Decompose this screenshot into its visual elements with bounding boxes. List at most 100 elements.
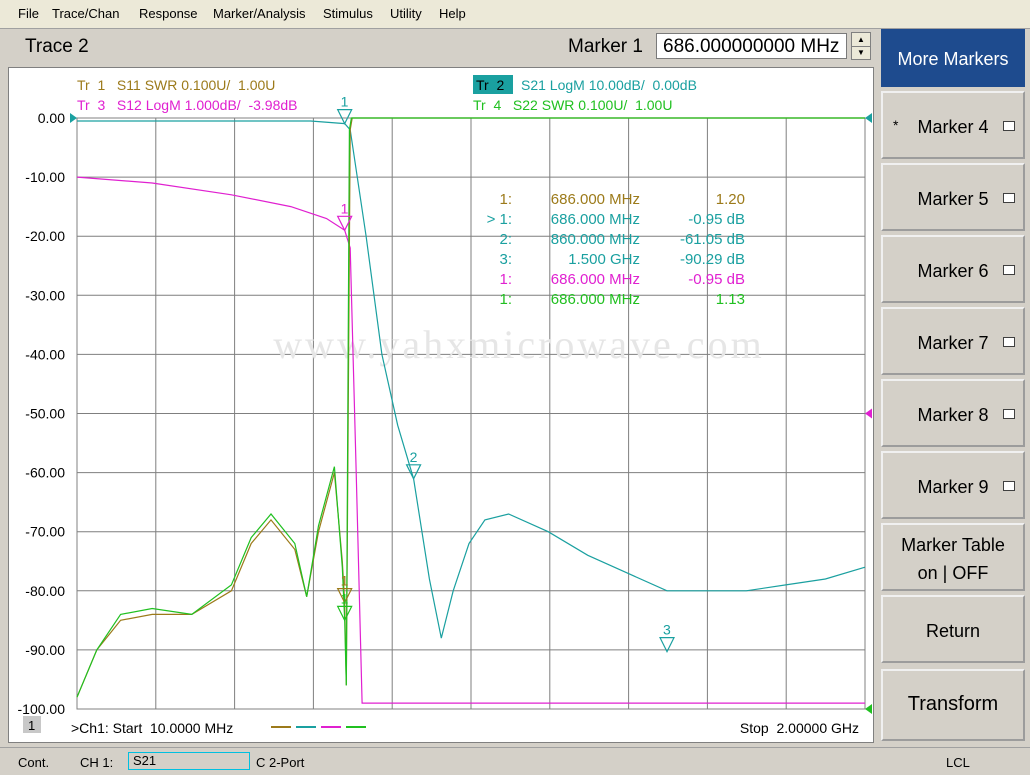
active-trace-title: Trace 2 <box>25 36 89 57</box>
marker-row-id: 3: <box>499 251 512 268</box>
marker-number: 1 <box>341 200 349 216</box>
menu-help[interactable]: Help <box>439 6 466 21</box>
softkey-marker-6[interactable]: Marker 6 <box>881 235 1025 303</box>
marker-spinner[interactable]: ▲ ▼ <box>851 32 871 60</box>
trace-2-tag[interactable]: Tr 2 <box>476 77 504 93</box>
marker-row-frequency: 860.000 MHz <box>551 231 640 248</box>
marker-entry-label: Marker 1 <box>568 36 643 57</box>
y-tick-label: -80.00 <box>25 583 65 599</box>
marker-row-value: -61.05 dB <box>680 231 745 248</box>
marker-row-id: 1: <box>499 291 512 308</box>
remote-status: LCL <box>946 755 970 770</box>
menu-file[interactable]: File <box>18 6 39 21</box>
softkey-marker-8-label: Marker 8 <box>917 405 989 425</box>
softkey-panel: More Markers * Marker 4 Marker 5 Marker … <box>879 29 1030 745</box>
marker-row-id: 1: <box>499 271 512 288</box>
softkey-return-label: Return <box>925 621 981 641</box>
softkey-marker-table[interactable]: Marker Table on | OFF <box>881 523 1025 591</box>
active-parameter: S21 <box>128 752 250 770</box>
marker-number: 2 <box>410 449 418 465</box>
checkbox-icon <box>1003 481 1015 491</box>
softkey-more-markers[interactable]: More Markers <box>881 29 1025 87</box>
trace-4-legend[interactable]: Tr 4 S22 SWR 0.100U/ 1.00U <box>473 97 672 113</box>
softkey-marker-5[interactable]: Marker 5 <box>881 163 1025 231</box>
y-tick-label: -50.00 <box>25 406 65 422</box>
grid <box>76 117 866 710</box>
menu-marker-analysis[interactable]: Marker/Analysis <box>213 6 305 21</box>
softkey-marker-table-label: Marker Table <box>901 535 1005 555</box>
marker-row-value: -90.29 dB <box>680 251 745 268</box>
softkey-marker-9-label: Marker 9 <box>917 477 989 497</box>
sweep-mode: Cont. <box>18 755 50 770</box>
measurement-display[interactable]: www.yahxmicrowave.com 0.00 -10.00 -20.00 -3… <box>8 67 874 743</box>
chart-svg: www.yahxmicrowave.com 0.00 -10.00 -20.00 -3… <box>18 75 872 736</box>
softkey-marker-7[interactable]: Marker 7 <box>881 307 1025 375</box>
y-tick-label: -90.00 <box>25 642 65 658</box>
calibration-status: C 2-Port <box>256 755 305 770</box>
y-tick-label: -30.00 <box>25 287 65 303</box>
marker-number: 3 <box>663 622 671 638</box>
marker-row-frequency: 686.000 MHz <box>551 271 640 288</box>
marker-triangle-icon[interactable] <box>336 109 353 125</box>
menu-stimulus[interactable]: Stimulus <box>323 6 373 21</box>
marker-frequency-input[interactable]: 686.000000000 MHz <box>656 33 847 59</box>
softkey-marker-8[interactable]: Marker 8 <box>881 379 1025 447</box>
marker-row-frequency: 686.000 MHz <box>551 191 640 208</box>
reference-level-arrow-icon <box>865 113 872 123</box>
marker-row-frequency: 686.000 MHz <box>551 211 640 228</box>
reference-level-arrow-icon <box>70 113 77 123</box>
softkey-more-markers-label: More Markers <box>897 49 1009 69</box>
reference-level-arrow-icon <box>865 704 872 714</box>
softkey-marker-4[interactable]: * Marker 4 <box>881 91 1025 159</box>
y-tick-label: -10.00 <box>25 169 65 185</box>
softkey-marker-7-label: Marker 7 <box>917 333 989 353</box>
trace-3-legend[interactable]: Tr 3 S12 LogM 1.000dB/ -3.98dB <box>77 97 298 113</box>
marker-row-id: 1: <box>499 191 512 208</box>
checkbox-icon <box>1003 337 1015 347</box>
trace-1-legend[interactable]: Tr 1 S11 SWR 0.100U/ 1.00U <box>77 77 275 93</box>
marker-row-value: -0.95 dB <box>688 271 745 288</box>
marker-row-frequency: 1.500 GHz <box>568 251 640 268</box>
spin-down-icon[interactable]: ▼ <box>852 46 870 59</box>
y-tick-label: -60.00 <box>25 465 65 481</box>
marker-number: 1 <box>341 573 349 589</box>
marker-row-frequency: 686.000 MHz <box>551 291 640 308</box>
softkey-return[interactable]: Return <box>881 595 1025 663</box>
spin-up-icon[interactable]: ▲ <box>852 33 870 47</box>
checkbox-icon <box>1003 121 1015 131</box>
menu-bar: File Trace/Chan Response Marker/Analysis… <box>0 0 1030 29</box>
y-tick-label: -40.00 <box>25 346 65 362</box>
menu-utility[interactable]: Utility <box>390 6 422 21</box>
menu-response[interactable]: Response <box>139 6 198 21</box>
softkey-marker-9[interactable]: Marker 9 <box>881 451 1025 519</box>
reference-level-arrow-icon <box>865 408 872 419</box>
softkey-transform-label: Transform <box>907 693 999 715</box>
marker-row-value: -0.95 dB <box>688 211 745 228</box>
trace-2-legend[interactable]: S21 LogM 10.00dB/ 0.00dB <box>521 77 697 93</box>
marker-row-id: 2: <box>499 231 512 248</box>
marker-row-value: 1.13 <box>716 291 745 308</box>
entry-bar: Trace 2 Marker 1 686.000000000 MHz ▲ ▼ <box>0 29 878 65</box>
menu-trace-chan[interactable]: Trace/Chan <box>52 6 119 21</box>
y-tick-label: -100.00 <box>18 701 66 717</box>
softkey-transform[interactable]: Transform <box>881 669 1025 741</box>
softkey-marker-4-label: Marker 4 <box>917 117 989 137</box>
y-tick-labels: 0.00 -10.00 -20.00 -30.00 -40.00 -50.00 -60.00… <box>18 110 66 717</box>
watermark-text: www.yahxmicrowave.com <box>273 322 764 367</box>
channel-label: CH 1: <box>80 755 114 770</box>
start-frequency[interactable]: >Ch1: Start 10.0000 MHz <box>71 720 233 736</box>
marker-number: 1 <box>341 590 349 606</box>
y-tick-label: -70.00 <box>25 524 65 540</box>
y-tick-label: -20.00 <box>25 228 65 244</box>
status-bar: Cont. CH 1: S21 C 2-Port LCL <box>0 747 1030 775</box>
checkbox-icon <box>1003 409 1015 419</box>
stop-frequency[interactable]: Stop 2.00000 GHz <box>740 720 859 736</box>
marker-row-value: 1.20 <box>716 191 745 208</box>
y-tick-label: 0.00 <box>38 110 65 126</box>
channel-number: 1 <box>28 718 35 733</box>
softkey-marker-6-label: Marker 6 <box>917 261 989 281</box>
checkbox-icon <box>1003 265 1015 275</box>
softkey-marker-table-state: on | OFF <box>917 563 989 583</box>
marker-row-id: > 1: <box>487 211 512 228</box>
softkey-marker-5-label: Marker 5 <box>917 189 989 209</box>
